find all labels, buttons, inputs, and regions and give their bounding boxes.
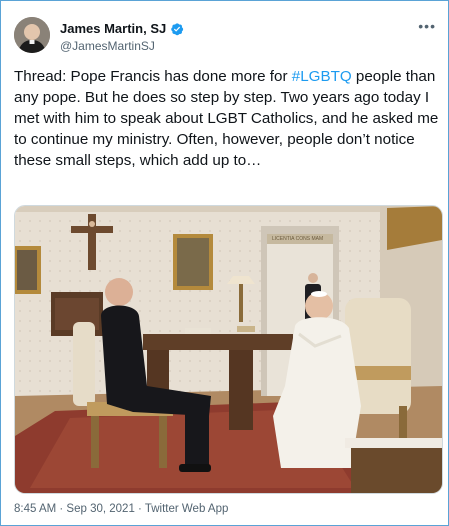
author-handle[interactable]: @JamesMartinSJ bbox=[60, 39, 155, 53]
author-name-row[interactable]: James Martin, SJ bbox=[60, 21, 184, 36]
verified-badge-icon bbox=[170, 22, 184, 36]
tweet-card: James Martin, SJ @JamesMartinSJ ••• Thre… bbox=[0, 0, 449, 526]
photo-image: LICENTIA CONS MAM bbox=[15, 206, 442, 493]
author-name[interactable]: James Martin, SJ bbox=[60, 21, 166, 36]
tweet-timestamp[interactable]: 8:45 AM · Sep 30, 2021 · Twitter Web App bbox=[14, 503, 228, 515]
avatar-image bbox=[14, 17, 50, 53]
tweet-photo[interactable]: LICENTIA CONS MAM bbox=[14, 205, 443, 494]
tweet-text-part-1: Thread: Pope Francis has done more for bbox=[14, 68, 292, 85]
avatar[interactable] bbox=[14, 17, 50, 53]
door-sign-text: LICENTIA CONS MAM bbox=[272, 236, 323, 242]
tweet-text: Thread: Pope Francis has done more for #… bbox=[14, 66, 440, 171]
hashtag-link[interactable]: #LGBTQ bbox=[292, 68, 352, 85]
more-horizontal-icon[interactable]: ••• bbox=[418, 18, 436, 34]
